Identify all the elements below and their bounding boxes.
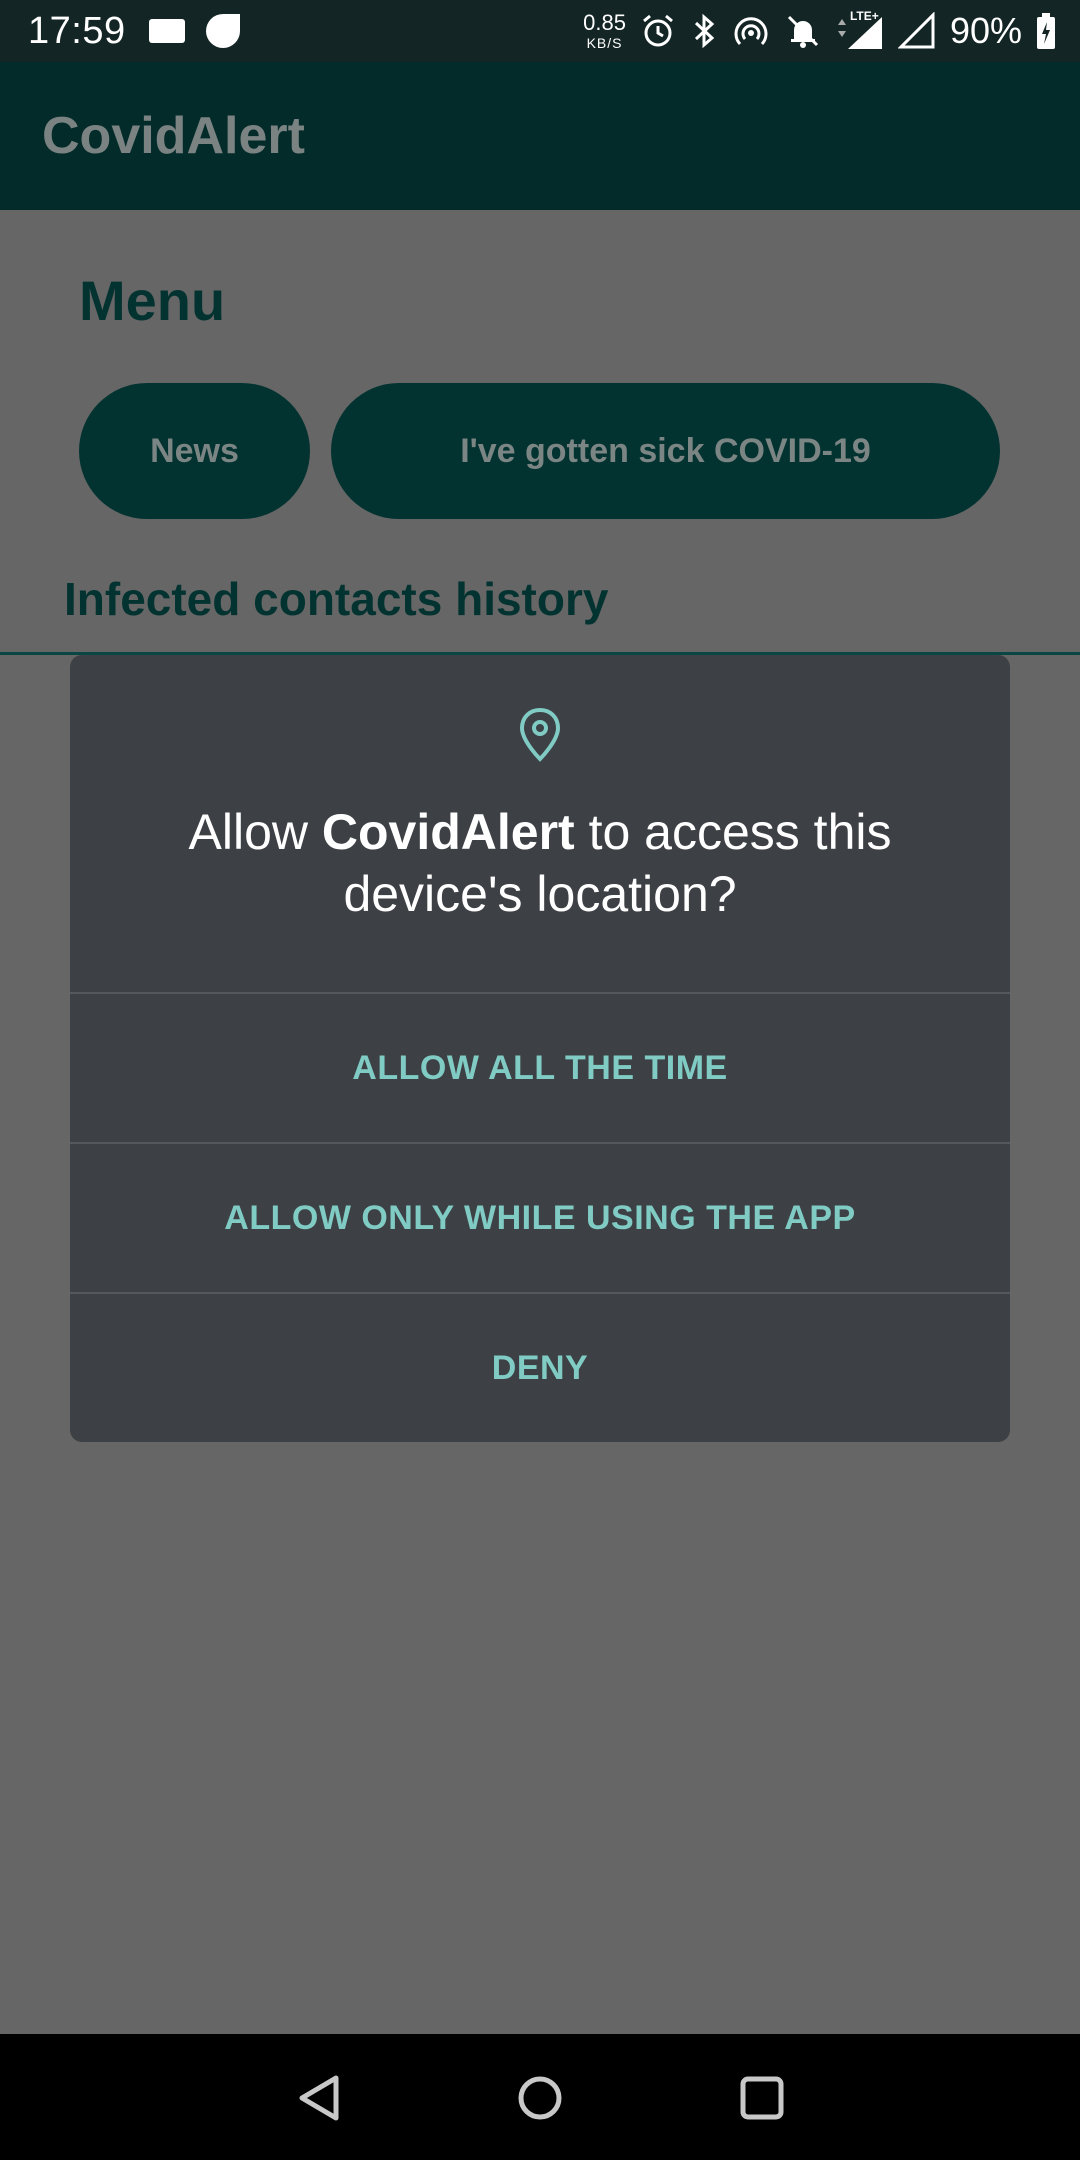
navigation-bar [0, 2034, 1080, 2160]
news-button[interactable]: News [79, 383, 310, 519]
do-not-disturb-icon [787, 15, 818, 48]
location-permission-dialog: Allow CovidAlert to access this device's… [70, 655, 1010, 1442]
back-icon[interactable] [292, 2070, 348, 2126]
network-speed-unit: KB/S [586, 35, 623, 51]
dialog-message: Allow CovidAlert to access this device's… [110, 801, 970, 925]
status-bar: 17:59 0.85 KB/S LTE+ 90% [0, 0, 1080, 62]
battery-percent: 90% [949, 10, 1022, 51]
home-icon[interactable] [512, 2070, 568, 2126]
location-pin-icon [519, 707, 561, 762]
menu-heading: Menu [79, 269, 226, 332]
network-speed: 0.85 KB/S [583, 10, 626, 51]
allow-while-using-app-button[interactable]: ALLOW ONLY WHILE USING THE APP [70, 1144, 1010, 1292]
bluetooth-icon [694, 13, 715, 49]
app-title: CovidAlert [42, 107, 305, 165]
dialog-message-prefix: Allow [188, 804, 322, 860]
wifi-signal-icon [897, 12, 935, 49]
dialog-message-app-name: CovidAlert [321, 804, 575, 860]
hotspot-icon [734, 17, 768, 46]
notification-blob-icon [205, 14, 240, 48]
allow-all-the-time-button[interactable]: ALLOW ALL THE TIME [70, 994, 1010, 1142]
message-icon [148, 19, 185, 43]
alarm-icon [642, 14, 673, 47]
status-time: 17:59 [28, 9, 126, 52]
app-bar: CovidAlert [0, 62, 1080, 210]
lte-signal-icon: LTE+ [836, 9, 884, 51]
network-speed-value: 0.85 [583, 10, 626, 35]
recents-icon[interactable] [734, 2070, 790, 2126]
deny-button[interactable]: DENY [70, 1294, 1010, 1442]
infected-contacts-history-title: Infected contacts history [64, 573, 609, 625]
battery-charging-icon [1037, 13, 1055, 49]
report-sick-button[interactable]: I've gotten sick COVID-19 [331, 383, 1000, 519]
